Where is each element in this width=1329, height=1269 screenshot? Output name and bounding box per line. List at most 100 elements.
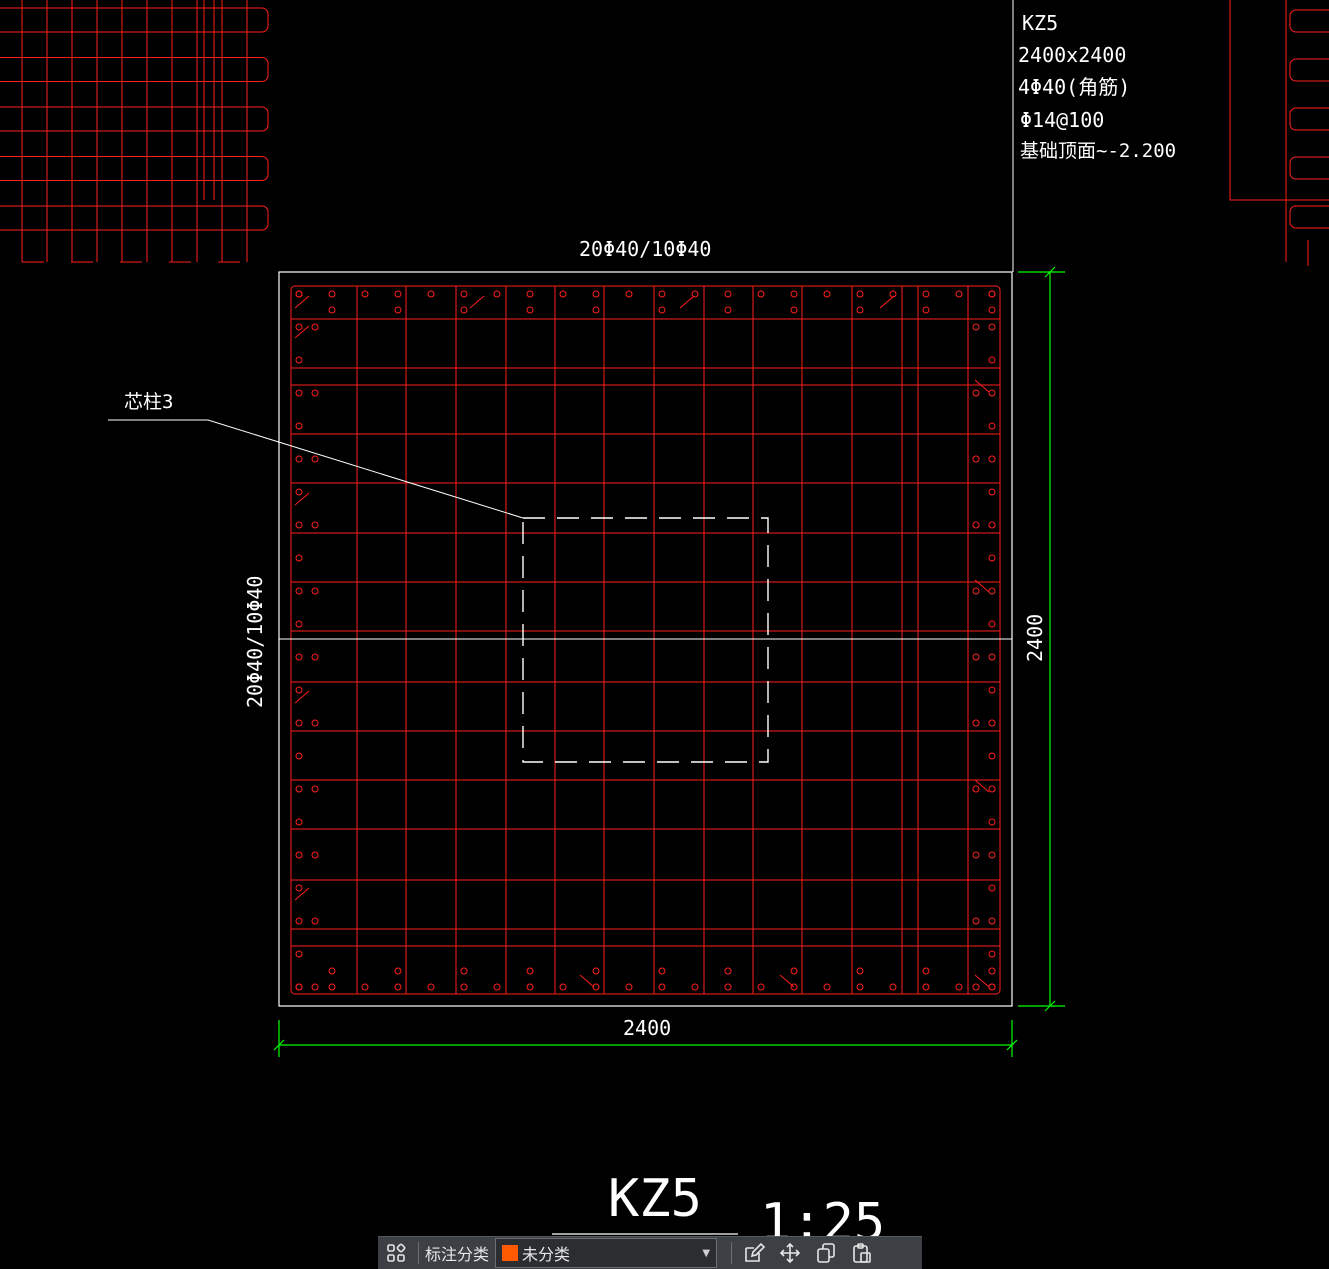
copy-icon[interactable] (808, 1237, 844, 1269)
rebar-bar (724, 967, 732, 975)
rebar-bar (295, 290, 303, 298)
rebar-bar (757, 290, 765, 298)
rebar-bar (361, 983, 369, 991)
edit-icon[interactable] (736, 1237, 772, 1269)
side-bar-note: 20Φ40/10Φ40 (243, 576, 267, 708)
rebar-bar (526, 306, 534, 314)
rebar-bar (972, 719, 980, 727)
cad-canvas[interactable]: 芯柱3 20Φ40/10Φ40 20Φ40/10Φ40 KZ5 2400x240… (0, 0, 1329, 1268)
rebar-bar (311, 389, 319, 397)
rebar-bar (460, 983, 468, 991)
neighbor-drawing-left (0, 0, 269, 263)
rebar-bar (295, 818, 303, 826)
rebar-bar (724, 306, 732, 314)
category-select-value: 未分类 (522, 1245, 571, 1264)
rebar-bar (592, 290, 600, 298)
rebar-bar (691, 983, 699, 991)
rebar-bar (823, 290, 831, 298)
category-select[interactable]: 未分类 ▼ (495, 1238, 718, 1268)
rebar-bar (972, 851, 980, 859)
neighbor-stirrup (1229, 0, 1329, 201)
rebar-bar (724, 290, 732, 298)
rebar-bar (559, 983, 567, 991)
rebar-outer-stirrup (290, 285, 1001, 995)
rebar-bar (988, 422, 996, 430)
move-icon[interactable] (772, 1237, 808, 1269)
rebar-bar (427, 290, 435, 298)
rebar-bar (988, 884, 996, 892)
rebar-bar (972, 785, 980, 793)
rebar-bar (988, 455, 996, 463)
rebar-bar (724, 983, 732, 991)
neighbor-stirrup (1289, 205, 1329, 229)
rebar-bar (295, 884, 303, 892)
rebar-bar (972, 653, 980, 661)
corner-bars: 4Φ40(角筋) (1018, 75, 1130, 99)
neighbor-stirrup (0, 106, 269, 132)
rebar-bar (988, 356, 996, 364)
toolbar-divider (418, 1242, 419, 1264)
neighbor-stirrup (0, 205, 269, 231)
rebar-bar (460, 306, 468, 314)
rebar-bar (311, 719, 319, 727)
rebar-bar (295, 620, 303, 628)
rebar-bar (988, 554, 996, 562)
rebar-bar (311, 785, 319, 793)
rebar-bar (972, 455, 980, 463)
top-bar-note: 20Φ40/10Φ40 (579, 237, 711, 261)
rebar-bar (972, 917, 980, 925)
rebar-bar (460, 967, 468, 975)
rebar-bar (823, 983, 831, 991)
rebar-bar (988, 950, 996, 958)
rebar-bar (295, 356, 303, 364)
rebar-bar (592, 306, 600, 314)
rebar-bar (311, 983, 319, 991)
rebar-bar (493, 290, 501, 298)
rebar-bar (856, 290, 864, 298)
rebar-bar (988, 653, 996, 661)
rebar-bar (295, 719, 303, 727)
core-label: 芯柱3 (124, 391, 173, 413)
rebar-bar (988, 389, 996, 397)
paste-icon[interactable] (844, 1237, 880, 1269)
rebar-bar (493, 983, 501, 991)
rebar-bar (328, 290, 336, 298)
rebar-bar (295, 587, 303, 595)
rebar-bar (311, 455, 319, 463)
rebar-bar (988, 587, 996, 595)
rebar-bar (988, 521, 996, 529)
rebar-bar (328, 983, 336, 991)
rebar-bar (988, 967, 996, 975)
rebar-bar (856, 983, 864, 991)
rebar-bar (988, 620, 996, 628)
rebar-bar (625, 983, 633, 991)
category-color-swatch (502, 1245, 519, 1261)
rebar-bar (790, 967, 798, 975)
neighbor-stirrup (1289, 107, 1329, 131)
rebar-hook (679, 295, 695, 309)
rebar-bar (988, 983, 996, 991)
rebar-bar (295, 455, 303, 463)
toolbar-divider (731, 1242, 733, 1264)
neighbor-stirrup (0, 57, 269, 82)
rebar-bar (658, 967, 666, 975)
rebar-bar (295, 983, 303, 991)
rebar-bar (295, 422, 303, 430)
rebar-bar (328, 967, 336, 975)
rebar-bar (988, 290, 996, 298)
rebar-bar (526, 983, 534, 991)
rebar-bar (295, 752, 303, 760)
column-id: KZ5 (1022, 11, 1058, 35)
rebar-bar (295, 488, 303, 496)
rebar-bar (691, 290, 699, 298)
rebar-bar (311, 653, 319, 661)
column-size: 2400x2400 (1018, 43, 1126, 67)
neighbor-stirrup (1289, 156, 1329, 180)
rebar-bar (295, 917, 303, 925)
rebar-bar (988, 719, 996, 727)
rebar-bar (592, 967, 600, 975)
apps-grid-icon[interactable] (378, 1237, 414, 1269)
dim-vertical-value: 2400 (1023, 614, 1047, 662)
elevation-range: 基础顶面~-2.200 (1020, 140, 1176, 162)
rebar-bar (460, 290, 468, 298)
